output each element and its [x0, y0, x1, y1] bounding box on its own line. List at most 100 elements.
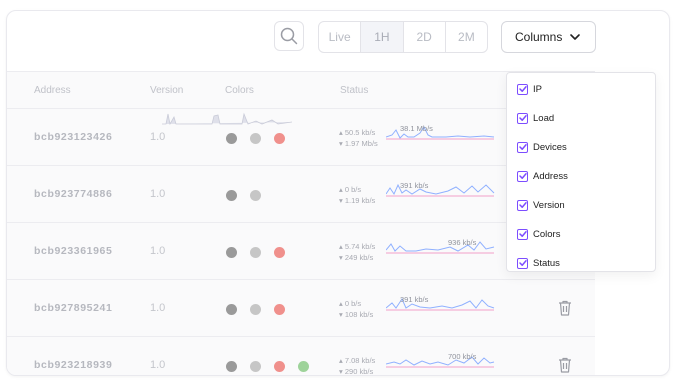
color-dot [226, 304, 237, 315]
check-icon [518, 202, 527, 208]
download-rate: ▾ 1.97 Mb/s [339, 138, 378, 149]
row-version: 1.0 [150, 131, 166, 143]
upload-value: 7.08 kb/s [344, 356, 376, 365]
peak-label: 700 kb/s [448, 353, 477, 361]
chevron-down-icon [570, 34, 580, 40]
color-dot [226, 133, 237, 144]
upload-rate: ▴ 50.5 kb/s [339, 127, 378, 138]
column-option-label: Version [533, 199, 565, 211]
column-option-label: Devices [533, 141, 567, 153]
time-range-selector: Live 1H 2D 2M [318, 21, 488, 53]
column-option-label: IP [533, 83, 542, 95]
column-option-label: Load [533, 112, 555, 124]
column-option-load[interactable]: Load [517, 111, 554, 125]
check-icon [518, 86, 527, 92]
download-rate: ▾ 1.19 kb/s [339, 195, 375, 206]
header-address: Address [34, 85, 71, 96]
color-dot [250, 361, 261, 372]
row-status: ▴ 7.08 kb/s ▾ 290 kb/s [339, 355, 375, 376]
download-value: 1.97 Mb/s [344, 139, 378, 148]
checkbox[interactable] [517, 83, 528, 95]
columns-button-label: Columns [515, 30, 563, 44]
check-icon [518, 260, 527, 266]
trash-icon[interactable] [558, 357, 572, 373]
sparkline-upload [386, 356, 495, 366]
header-colors: Colors [225, 85, 254, 96]
peak-label: 391 kb/s [400, 182, 429, 190]
upload-value: 0 b/s [344, 299, 362, 308]
search-button[interactable] [274, 21, 304, 51]
upload-rate: ▴ 7.08 kb/s [339, 355, 375, 366]
checkbox[interactable] [517, 257, 528, 269]
traffic-sparkline: 700 kb/s [386, 353, 495, 368]
download-value: 1.19 kb/s [344, 196, 376, 205]
range-live[interactable]: Live [319, 22, 362, 52]
upload-rate: ▴ 0 b/s [339, 184, 375, 195]
row-status: ▴ 0 b/s ▾ 108 kb/s [339, 298, 373, 320]
download-rate: ▾ 290 kb/s [339, 366, 375, 376]
columns-dropdown: IP Load Devices Address Version Colors Status [506, 72, 656, 272]
table-row[interactable]: bcb923218939 1.0 ▴ 7.08 kb/s ▾ 290 kb/s 700 … [7, 337, 595, 376]
upload-rate: ▴ 0 b/s [339, 298, 373, 309]
download-value: 249 kb/s [344, 253, 374, 262]
color-dot [226, 361, 237, 372]
column-option-version[interactable]: Version [517, 198, 565, 212]
check-icon [518, 144, 527, 150]
column-option-label: Address [533, 170, 568, 182]
row-address: bcb923218939 [34, 359, 113, 371]
color-dot [274, 361, 285, 372]
download-rate: ▾ 108 kb/s [339, 309, 373, 320]
nodes-panel: Live 1H 2D 2M Columns Address Version Co… [6, 10, 670, 376]
table-row[interactable]: bcb927895241 1.0 ▴ 0 b/s ▾ 108 kb/s 391 kb/s [7, 280, 595, 337]
traffic-sparkline: 391 kb/s [386, 296, 495, 311]
column-option-ip[interactable]: IP [517, 82, 542, 96]
column-option-colors[interactable]: Colors [517, 227, 560, 241]
color-dot [250, 247, 261, 258]
color-dot [274, 133, 285, 144]
column-option-label: Colors [533, 228, 561, 240]
color-dot [226, 190, 237, 201]
row-status: ▴ 50.5 kb/s ▾ 1.97 Mb/s [339, 127, 378, 149]
color-dot [298, 361, 309, 372]
row-version: 1.0 [150, 188, 166, 200]
row-address: bcb923123426 [34, 131, 113, 143]
checkbox[interactable] [517, 199, 528, 211]
color-dot [250, 304, 261, 315]
upload-value: 0 b/s [344, 185, 362, 194]
range-2m[interactable]: 2M [446, 22, 487, 52]
row-status: ▴ 5.74 kb/s ▾ 249 kb/s [339, 241, 375, 263]
trash-icon[interactable] [558, 300, 572, 316]
traffic-sparkline: 936 kb/s [386, 239, 495, 254]
row-version: 1.0 [150, 359, 166, 371]
check-icon [518, 231, 527, 237]
color-dot [274, 304, 285, 315]
column-option-devices[interactable]: Devices [517, 140, 567, 154]
checkbox[interactable] [517, 141, 528, 153]
row-status: ▴ 0 b/s ▾ 1.19 kb/s [339, 184, 375, 206]
color-dot [250, 190, 261, 201]
row-version: 1.0 [150, 302, 166, 314]
range-1h[interactable]: 1H [361, 22, 404, 52]
traffic-sparkline: 391 kb/s [386, 182, 495, 197]
row-version: 1.0 [150, 245, 166, 257]
color-dot [226, 247, 237, 258]
checkbox[interactable] [517, 112, 528, 124]
download-rate: ▾ 249 kb/s [339, 252, 375, 263]
column-option-status[interactable]: Status [517, 256, 560, 270]
columns-button[interactable]: Columns [501, 21, 596, 53]
traffic-sparkline: 38.1 Mb/s [386, 125, 495, 140]
checkbox[interactable] [517, 228, 528, 240]
upload-value: 50.5 kb/s [344, 128, 376, 137]
column-option-address[interactable]: Address [517, 169, 568, 183]
peak-label: 936 kb/s [448, 239, 477, 247]
header-status: Status [340, 85, 369, 96]
row-address: bcb927895241 [34, 302, 113, 314]
search-icon [280, 27, 298, 45]
sparkline-upload [386, 241, 495, 252]
checkbox[interactable] [517, 170, 528, 182]
check-icon [518, 115, 527, 121]
download-value: 290 kb/s [344, 367, 374, 376]
ghost-sparkline [162, 112, 292, 125]
range-2d[interactable]: 2D [404, 22, 446, 52]
upload-value: 5.74 kb/s [344, 242, 376, 251]
